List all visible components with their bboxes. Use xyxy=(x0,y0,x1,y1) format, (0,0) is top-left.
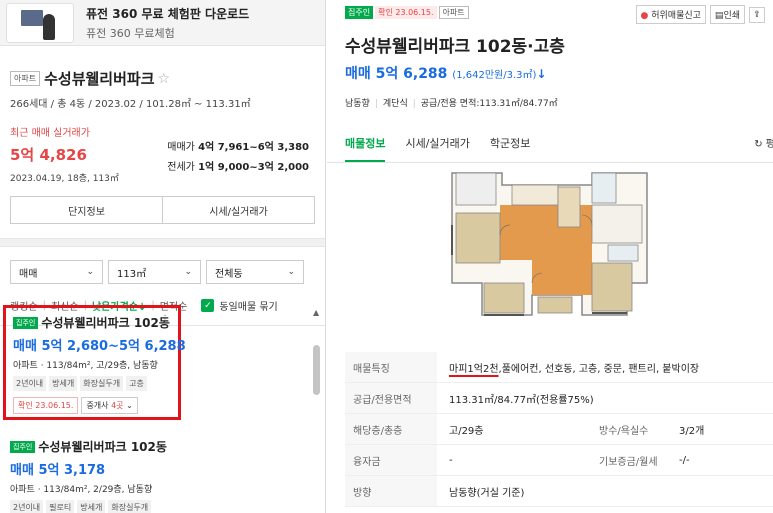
chevron-down-icon: ⌄ xyxy=(287,267,295,277)
listing-tag: 화장실두개 xyxy=(80,376,124,391)
owner-badge: 집주인 xyxy=(10,440,36,453)
listing-price: 매매 5억 6,288 (1,642만원/3.3㎡)↓ xyxy=(345,66,547,82)
listing-tags: 2년이내 방세개 화장실두개 고층 xyxy=(13,376,171,391)
chevron-down-icon: ⌄ xyxy=(86,267,94,277)
check-icon: ✓ xyxy=(201,299,215,312)
ad-title[interactable]: 퓨전 360 무료 체험판 다운로드 xyxy=(86,5,249,22)
complex-type-badge: 아파트 xyxy=(10,71,41,86)
listing-item[interactable]: 집주인 수성뷰웰리버파크 102동 매매 5억 3,178 아파트 · 113/8… xyxy=(3,432,181,513)
listing-tag: 방세개 xyxy=(49,376,78,391)
type-badge: 아파트 xyxy=(438,6,469,19)
info-key: 기보증금/월세 xyxy=(599,456,658,468)
info-value: 남동향(거실 기준) xyxy=(449,487,525,499)
owner-badge: 집주인 xyxy=(345,6,374,19)
listing-name: 수성뷰웰리버파크 102동 xyxy=(38,440,167,454)
section-divider xyxy=(0,238,325,247)
same-listing-checkbox[interactable]: ✓ 동일매물 묶기 xyxy=(201,298,278,313)
detail-tabs: 매물정보 시세/실거래가 학군정보 ↻ 평 xyxy=(327,129,773,163)
jeonse-price-range: 1억 9,000~3억 2,000 xyxy=(198,162,309,173)
listing-item[interactable]: ⋮ 집주인 수성뷰웰리버파크 102동 매매 5억 2,680~5억 6,288 … xyxy=(3,305,186,420)
listing-title: 수성뷰웰리버파크 102동·고층 xyxy=(345,37,565,57)
complex-meta: 266세대 / 총 4동 / 2023.02 / 101.28㎡ ~ 113.3… xyxy=(10,99,251,110)
ad-banner[interactable]: 퓨전 360 무료 체험판 다운로드 퓨전 360 무료체험 xyxy=(0,0,325,46)
listing-name: 수성뷰웰리버파크 102동 xyxy=(41,316,170,330)
info-row-loan: 융자금 - 기보증금/월세 -/- xyxy=(345,445,773,476)
info-value: 마피1억2천,풀에어컨, 선호동, 고층, 중문, 팬트리, 붙박이장 xyxy=(449,363,700,375)
info-key: 융자금 xyxy=(345,445,437,475)
listing-tag: 고층 xyxy=(126,376,147,391)
report-button[interactable]: ● 허위매물신고 xyxy=(635,5,706,24)
siren-icon: ● xyxy=(640,11,649,21)
info-key: 매물특징 xyxy=(345,352,437,382)
complex-header: 아파트 수성뷰웰리버파크 ☆ 266세대 / 총 4동 / 2023.02 / 10… xyxy=(0,46,325,110)
listing-price: 매매 5억 3,178 xyxy=(10,463,106,478)
info-key: 방향 xyxy=(345,476,437,506)
info-value: 113.31㎡/84.77㎡(전용률75%) xyxy=(449,394,594,406)
tab-listing-info[interactable]: 매물정보 xyxy=(345,129,386,162)
listing-price: 매매 5억 2,680~5억 6,288 xyxy=(13,339,186,354)
confirm-date-badge: 확인 23.06.15. xyxy=(375,6,437,19)
info-key: 공급/전용면적 xyxy=(345,383,437,413)
filter-bar: 매매 ⌄ 113㎡ ⌄ 전체동 ⌄ xyxy=(0,247,325,284)
confirm-date-badge: 확인 23.06.15. xyxy=(13,397,79,414)
info-row-area: 공급/전용면적 113.31㎡/84.77㎡(전용률75%) xyxy=(345,383,773,414)
listing-tag: 화장실두개 xyxy=(108,500,152,513)
scrollbar[interactable] xyxy=(313,345,320,395)
sale-price-label: 매매가 xyxy=(167,142,195,153)
listing-tag: 2년이내 xyxy=(10,500,44,513)
info-row-floor: 해당층/총층 고/29층 방수/욕실수 3/2개 xyxy=(345,414,773,445)
info-value: 고/29층 xyxy=(449,425,484,437)
tab-school[interactable]: 학군정보 xyxy=(490,129,530,162)
arrow-down-icon: ↓ xyxy=(536,67,547,81)
trade-price-button[interactable]: 시세/실거래가 xyxy=(162,197,314,223)
jeonse-price-label: 전세가 xyxy=(167,162,195,173)
info-value: - xyxy=(449,454,453,466)
info-key: 방수/욕실수 xyxy=(599,425,649,437)
listing-spec: 아파트 · 113/84m², 2/29층, 남동향 xyxy=(10,485,153,495)
listing-panel: 퓨전 360 무료 체험판 다운로드 퓨전 360 무료체험 아파트 수성뷰웰리버… xyxy=(0,0,326,513)
listing-detail-panel: 집주인 확인 23.06.15. 아파트 ● 허위매물신고 ▤인쇄 ⇪ 수성뷰웰리버… xyxy=(327,0,773,513)
refresh-button[interactable]: ↻ 평 xyxy=(754,135,773,150)
listing-info-table: 매물특징 마피1억2천,풀에어컨, 선호동, 고층, 중문, 팬트리, 붙박이장… xyxy=(345,352,773,507)
owner-badge: 집주인 xyxy=(13,316,39,329)
dong-select[interactable]: 전체동 ⌄ xyxy=(206,260,304,284)
info-row-features: 매물특징 마피1억2천,풀에어컨, 선호동, 고층, 중문, 팬트리, 붙박이장 xyxy=(345,352,773,383)
info-value: 3/2개 xyxy=(679,425,705,437)
refresh-icon: ↻ xyxy=(754,139,763,150)
info-key: 해당층/총층 xyxy=(345,414,437,444)
listing-summary: 남동향 | 계단식 | 공급/전용 면적:113.31㎡/84.77㎡ xyxy=(345,99,558,109)
listing-tags: 2년이내 필로티 방세개 화장실두개 xyxy=(10,500,174,513)
scroll-up-icon[interactable]: ▲ xyxy=(313,308,319,317)
more-icon[interactable]: ⋮ xyxy=(160,314,170,325)
info-value: -/- xyxy=(679,454,690,466)
complex-buttons: 단지정보 시세/실거래가 xyxy=(10,196,315,224)
info-row-direction: 방향 남동향(거실 기준) xyxy=(345,476,773,507)
print-button[interactable]: ▤인쇄 xyxy=(709,5,745,24)
chevron-down-icon: ⌄ xyxy=(126,401,133,410)
favorite-star-icon[interactable]: ☆ xyxy=(158,71,171,87)
sale-price-range: 4억 7,961~6억 3,380 xyxy=(198,142,309,153)
listing-tag: 2년이내 xyxy=(13,376,47,391)
deal-type-select[interactable]: 매매 ⌄ xyxy=(10,260,103,284)
chevron-down-icon: ⌄ xyxy=(184,267,192,277)
share-icon[interactable]: ⇪ xyxy=(749,6,765,23)
area-select[interactable]: 113㎡ ⌄ xyxy=(108,260,201,284)
complex-name: 수성뷰웰리버파크 xyxy=(44,70,155,88)
listing-tag: 방세개 xyxy=(77,500,106,513)
floor-plan-image[interactable] xyxy=(442,165,664,325)
listing-spec: 아파트 · 113/84m², 고/29층, 남동향 xyxy=(13,361,158,371)
complex-price-summary: 최근 매매 실거래가 5억 4,826 2023.04.19, 18층, 113… xyxy=(0,110,325,196)
recent-trade-label: 최근 매매 실거래가 xyxy=(10,128,90,139)
tab-trade-price[interactable]: 시세/실거래가 xyxy=(405,129,469,162)
ad-subtitle: 퓨전 360 무료체험 xyxy=(86,26,175,40)
listing-tag: 필로티 xyxy=(46,500,75,513)
ad-thumbnail xyxy=(6,2,74,43)
broker-count-button[interactable]: 중개사 4곳 ⌄ xyxy=(81,397,138,414)
complex-info-button[interactable]: 단지정보 xyxy=(11,197,162,223)
